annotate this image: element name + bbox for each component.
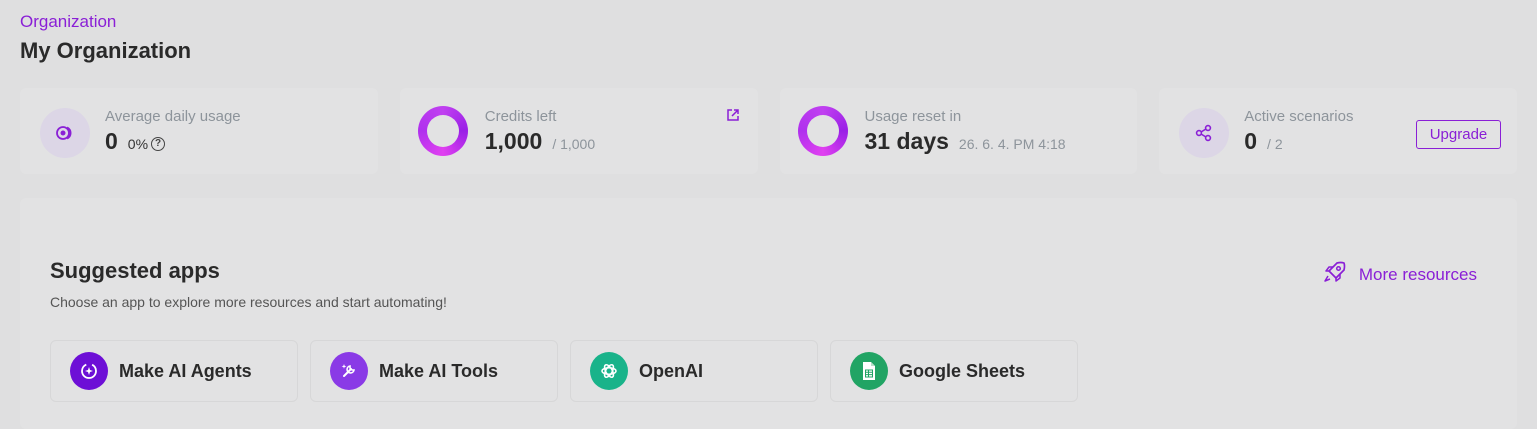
credits-value: 1,000 [484, 128, 543, 154]
credits-value-row: 1,000 / 1,000 [485, 128, 595, 155]
daily-usage-label: Average daily usage [105, 108, 241, 125]
app-name: Google Sheets [899, 360, 1026, 381]
active-scenarios-value-row: 0 / 2 [1244, 128, 1282, 155]
credits-card: Credits left 1,000 / 1,000 [399, 88, 758, 174]
app-tile-make-ai-agents[interactable]: Make AI Agents [50, 340, 298, 402]
rocket-icon [1323, 260, 1347, 289]
google-sheets-icon [850, 352, 888, 390]
credits-label: Credits left [484, 108, 557, 125]
active-scenarios-card: Active scenarios 0 / 2 Upgrade [1159, 88, 1517, 174]
usage-reset-card: Usage reset in 31 days 26. 6. 4. PM 4:18 [779, 88, 1138, 174]
app-tile-google-sheets[interactable]: Google Sheets [830, 340, 1078, 402]
usage-reset-value: 31 days [864, 128, 949, 154]
app-name: Make AI Agents [119, 360, 252, 381]
organization-page: Organization My Organization Average dai… [0, 0, 1537, 429]
active-scenarios-label: Active scenarios [1244, 108, 1354, 125]
daily-usage-percent-text: 0% [127, 136, 149, 152]
daily-usage-percent: 0% ? [127, 136, 166, 152]
credits-total: / 1,000 [552, 136, 596, 152]
share-icon [1179, 108, 1230, 158]
app-name: Make AI Tools [379, 360, 499, 381]
credits-ring [417, 106, 468, 156]
app-tile-openai[interactable]: OpenAI [570, 340, 818, 402]
usage-reset-label: Usage reset in [864, 108, 962, 125]
more-resources-label: More resources [1358, 264, 1477, 284]
suggested-apps-subtitle: Choose an app to explore more resources … [50, 294, 447, 310]
usage-reset-ring [797, 106, 848, 156]
suggested-apps-panel: Suggested apps Choose an app to explore … [20, 198, 1517, 429]
more-resources-link[interactable]: More resources [1323, 260, 1477, 289]
suggested-apps-title: Suggested apps [50, 258, 220, 283]
help-icon[interactable]: ? [151, 137, 166, 151]
ai-tools-icon [330, 352, 368, 390]
page-title: My Organization [20, 38, 192, 63]
app-list: Make AI Agents Make AI Tools OpenAI Goog… [50, 340, 1078, 402]
openai-icon [590, 352, 628, 390]
daily-usage-value-row: 0 0% ? [105, 128, 166, 155]
upgrade-button[interactable]: Upgrade [1416, 120, 1501, 149]
daily-usage-value: 0 [105, 128, 118, 154]
usage-icon [40, 108, 90, 158]
ai-agents-icon [70, 352, 108, 390]
app-name: OpenAI [639, 360, 704, 381]
active-scenarios-value: 0 [1244, 128, 1258, 154]
usage-reset-value-row: 31 days 26. 6. 4. PM 4:18 [865, 128, 1066, 155]
active-scenarios-total: / 2 [1267, 136, 1283, 152]
daily-usage-card: Average daily usage 0 0% ? [20, 88, 378, 174]
stats-row: Average daily usage 0 0% ? Credits left … [20, 88, 1517, 176]
breadcrumb[interactable]: Organization [20, 12, 116, 32]
usage-reset-date: 26. 6. 4. PM 4:18 [958, 136, 1066, 152]
app-tile-make-ai-tools[interactable]: Make AI Tools [310, 340, 558, 402]
external-link-icon[interactable] [726, 108, 740, 127]
